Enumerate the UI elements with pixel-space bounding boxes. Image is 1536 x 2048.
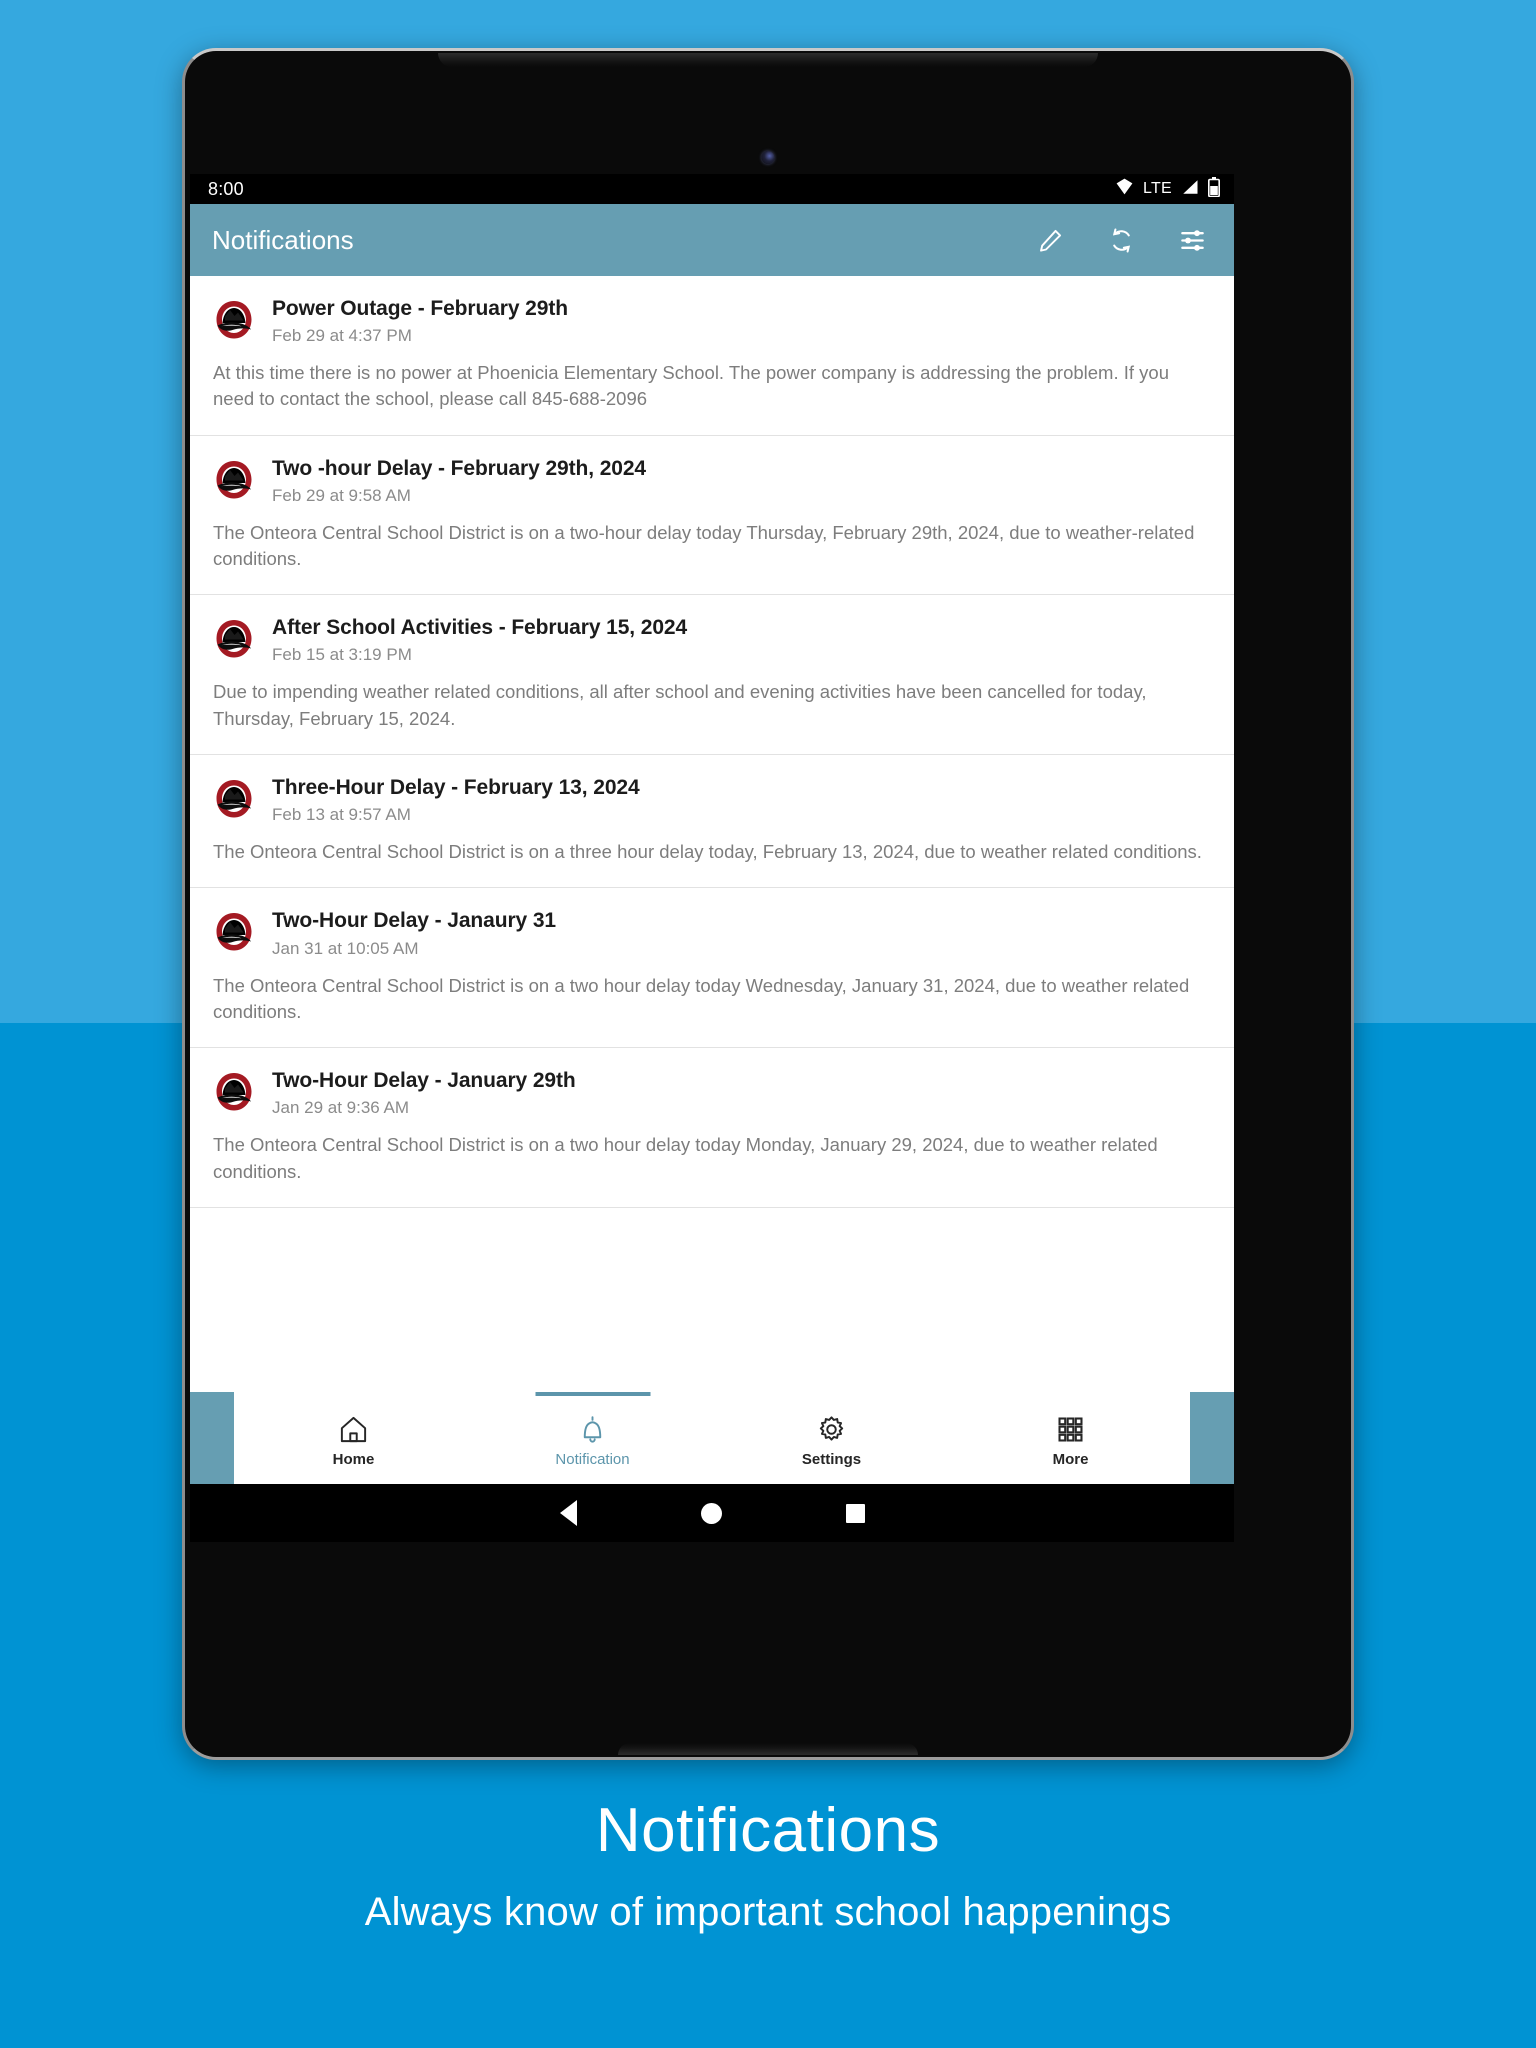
school-logo-icon (212, 777, 256, 821)
notification-timestamp: Feb 15 at 3:19 PM (272, 645, 412, 665)
app-bar-actions (1037, 227, 1206, 254)
notification-header-text: After School Activities - February 15, 2… (272, 615, 687, 665)
android-navigation-bar (190, 1484, 1234, 1542)
bottom-tab-bar: Home Notification Settings More (190, 1392, 1234, 1484)
notification-timestamp: Feb 13 at 9:57 AM (272, 805, 411, 825)
device-top-speaker (438, 53, 1098, 67)
wifi-icon (1115, 177, 1134, 201)
page-title: Notifications (212, 224, 354, 255)
notification-title: Two -hour Delay - February 29th, 2024 (272, 456, 647, 480)
notification-item[interactable]: After School Activities - February 15, 2… (190, 595, 1234, 756)
school-logo-icon (212, 458, 256, 502)
notification-header-text: Two-Hour Delay - Janaury 31 Jan 31 at 10… (272, 908, 556, 958)
caption: Notifications Always know of important s… (0, 1800, 1536, 1935)
battery-icon (1208, 176, 1220, 202)
tablet-screen: 8:00 LTE Notifications Power Outage - Fe… (190, 174, 1234, 1542)
recents-square-icon[interactable] (845, 1503, 865, 1523)
home-circle-icon[interactable] (700, 1502, 722, 1524)
notification-header-text: Two -hour Delay - February 29th, 2024 Fe… (272, 456, 646, 506)
tab-home-label: Home (332, 1451, 375, 1468)
edit-icon[interactable] (1037, 227, 1064, 254)
notification-header-text: Two-Hour Delay - January 29th Jan 29 at … (272, 1068, 576, 1118)
notification-body: Due to impending weather related conditi… (213, 681, 1147, 729)
notification-item[interactable]: Two -hour Delay - February 29th, 2024 Fe… (190, 435, 1234, 596)
network-type-label: LTE (1142, 180, 1172, 197)
tab-notification[interactable]: Notification (473, 1392, 712, 1484)
front-camera-icon (761, 151, 775, 164)
tab-notification-label: Notification (555, 1451, 630, 1468)
notification-title: Two-Hour Delay - January 29th (272, 1069, 576, 1093)
notification-header-text: Three-Hour Delay - February 13, 2024 Feb… (272, 775, 640, 825)
notification-timestamp: Jan 29 at 9:36 AM (272, 1098, 410, 1118)
notification-item[interactable]: Two-Hour Delay - January 29th Jan 29 at … (190, 1048, 1234, 1208)
back-triangle-icon[interactable] (559, 1500, 577, 1526)
tab-settings-label: Settings (801, 1451, 862, 1468)
notification-header: Three-Hour Delay - February 13, 2024 Feb… (212, 775, 1212, 825)
notification-title: Three-Hour Delay - February 13, 2024 (272, 776, 640, 800)
tab-indicator (1013, 1392, 1128, 1396)
caption-title: Notifications (595, 1796, 941, 1865)
notification-header: Two -hour Delay - February 29th, 2024 Fe… (212, 456, 1212, 506)
status-icons-group: LTE (1115, 176, 1220, 202)
notification-header: Two-Hour Delay - Janaury 31 Jan 31 at 10… (212, 908, 1212, 958)
notification-title: Power Outage - February 29th (272, 297, 568, 320)
notification-body: The Onteora Central School District is o… (213, 1134, 1158, 1182)
notification-body: The Onteora Central School District is o… (213, 974, 1190, 1022)
notification-body: At this time there is no power at Phoeni… (213, 362, 1169, 410)
tab-settings[interactable]: Settings (712, 1392, 951, 1484)
tab-indicator (296, 1392, 411, 1396)
filter-icon[interactable] (1179, 227, 1206, 254)
status-time: 8:00 (208, 178, 244, 199)
notification-header: Two-Hour Delay - January 29th Jan 29 at … (212, 1068, 1212, 1118)
school-logo-icon (212, 617, 256, 661)
notification-item[interactable]: Power Outage - February 29th Feb 29 at 4… (190, 276, 1234, 436)
notification-title: Two-Hour Delay - Janaury 31 (272, 909, 556, 933)
notification-list[interactable]: Power Outage - February 29th Feb 29 at 4… (190, 276, 1234, 1376)
bell-icon (577, 1414, 608, 1445)
refresh-icon[interactable] (1108, 227, 1135, 254)
school-logo-icon (212, 910, 256, 954)
tablet-device-frame: 8:00 LTE Notifications Power Outage - Fe… (182, 48, 1354, 1760)
notification-body: The Onteora Central School District is o… (213, 521, 1195, 570)
home-icon (338, 1414, 369, 1445)
gear-icon (816, 1414, 847, 1445)
status-bar: 8:00 LTE (190, 174, 1234, 204)
notification-body: The Onteora Central School District is o… (213, 841, 1202, 863)
tab-indicator (535, 1392, 650, 1396)
notification-item[interactable]: Three-Hour Delay - February 13, 2024 Feb… (190, 755, 1234, 889)
tab-home[interactable]: Home (234, 1392, 473, 1484)
notification-header-text: Power Outage - February 29th Feb 29 at 4… (272, 296, 568, 346)
notification-item[interactable]: Two-Hour Delay - Janaury 31 Jan 31 at 10… (190, 888, 1234, 1049)
notification-timestamp: Jan 31 at 10:05 AM (272, 938, 419, 958)
notification-timestamp: Feb 29 at 4:37 PM (272, 326, 412, 346)
signal-icon (1181, 178, 1199, 201)
tab-indicator (774, 1392, 889, 1396)
school-logo-icon (212, 1070, 256, 1114)
caption-subtitle: Always know of important school happenin… (364, 1890, 1172, 1934)
notification-header: After School Activities - February 15, 2… (212, 615, 1212, 665)
tab-more-label: More (1052, 1451, 1089, 1468)
notification-title: After School Activities - February 15, 2… (272, 616, 688, 640)
bottom-tab-bar-inner: Home Notification Settings More (234, 1392, 1190, 1484)
device-bottom-speaker (618, 1743, 918, 1755)
grid-icon (1055, 1414, 1086, 1445)
notification-header: Power Outage - February 29th Feb 29 at 4… (212, 296, 1212, 346)
tab-more[interactable]: More (951, 1392, 1190, 1484)
app-bar: Notifications (190, 204, 1234, 276)
notification-timestamp: Feb 29 at 9:58 AM (272, 485, 411, 505)
school-logo-icon (212, 298, 256, 342)
